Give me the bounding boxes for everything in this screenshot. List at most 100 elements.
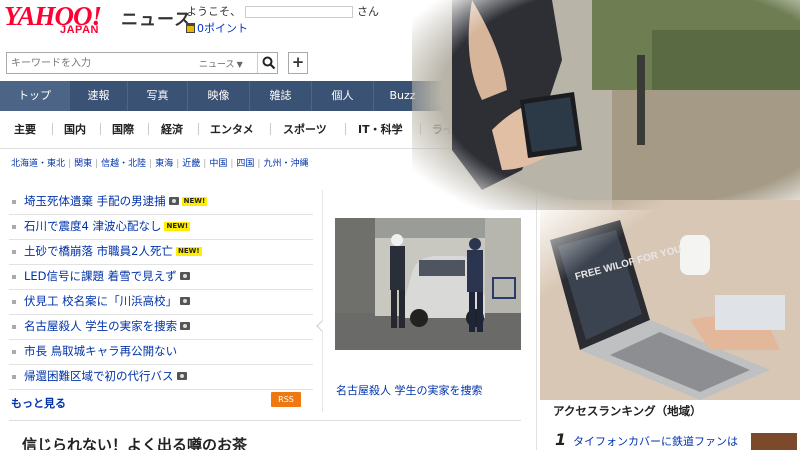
list-item[interactable]: 伏見工 校名案に「川浜高校」 [9,290,313,315]
list-item[interactable]: 石川で震度4 津波心配なし NEW! [9,215,313,240]
category-domestic[interactable]: 国内 [64,121,86,137]
category-row: 主要 国内 国際 経済 エンタメ スポーツ IT・科学 ライ アーカイブ [0,117,800,141]
headline-text: 帰還困難区域で初の代行バス [24,369,174,383]
rss-button[interactable]: RSS [271,392,301,407]
category-divider [148,123,149,135]
welcome-prefix: ようこそ、 [186,5,241,18]
tab-individual[interactable]: 個人 [312,81,374,111]
camera-icon [180,297,191,305]
region-kanto[interactable]: 関東 [74,159,92,169]
yahoo-logo[interactable]: YAHOO! JAPAN [4,2,118,38]
points-icon [186,23,195,33]
search-icon [262,56,276,70]
gear-icon [773,54,789,70]
points-link[interactable]: 0ポイント [186,20,248,36]
selected-pointer-icon [316,320,328,332]
chevron-down-icon: ▼ [236,60,243,69]
headline-text: 市長 鳥取城キャラ再公開ない [24,344,178,358]
headline-text: 埼玉死体遺棄 手配の男逮捕 [24,194,166,208]
list-item[interactable]: LED信号に課題 着雪で見えず [9,265,313,290]
camera-icon [180,322,191,330]
add-button[interactable]: + [288,52,308,74]
bullet-icon [12,350,16,354]
region-links: 北海道・東北 | 関東 | 信越・北陸 | 東海 | 近畿 | 中国 | 四国 | 九州・沖縄 [11,159,309,169]
yahoo-japan-link[interactable]: Yahoo! JAPAN ヘルプ [684,11,793,27]
bullet-icon [12,225,16,229]
rank-thumbnail [751,433,797,450]
welcome-text: ようこそ、 さん [186,3,379,19]
section-divider [9,420,521,421]
category-divider [100,123,101,135]
search-input[interactable] [7,53,195,73]
ranking-title: アクセスランキング（地域） [553,404,702,418]
category-main[interactable]: 主要 [14,121,36,137]
category-divider [198,123,199,135]
column-divider [322,190,323,412]
more-link[interactable]: もっと見る [11,395,66,411]
region-shinetsu-hokuriku[interactable]: 信越・北陸 [101,159,146,169]
new-badge: NEW! [164,222,191,231]
category-international[interactable]: 国際 [112,121,134,137]
search-row: ニュース▼ + 購読一覧 [0,48,800,78]
tab-buzz[interactable]: Buzz [374,81,432,111]
list-item[interactable]: 名古屋殺人 学生の実家を捜索 [9,315,313,340]
bullet-icon [12,300,16,304]
headline-text: 名古屋殺人 学生の実家を捜索 [24,319,178,333]
camera-icon [168,197,179,205]
news-photo[interactable] [335,218,521,350]
region-kyushu-okinawa[interactable]: 九州・沖縄 [263,159,308,169]
tab-video[interactable]: 映像 [188,81,250,111]
archive-link[interactable]: アーカイブ [730,121,784,137]
category-sports[interactable]: スポーツ [283,121,327,137]
rank-text: タイフォンカバーに鉄道ファンは [573,435,738,448]
search-button[interactable] [257,53,279,73]
headline-list: 埼玉死体遺棄 手配の男逮捕 NEW! 石川で震度4 津波心配なし NEW! 土砂で橋… [9,190,313,390]
headline-text: 伏見工 校名案に「川浜高校」 [24,294,178,308]
header: YAHOO! JAPAN ニュース ようこそ、 さん 0ポイント Yahoo! J… [0,0,800,44]
list-item[interactable]: 帰還困難区域で初の代行バス [9,365,313,390]
category-divider [420,123,421,135]
category-divider [52,123,53,135]
category-it-science[interactable]: IT・科学 [358,121,403,137]
tab-photo[interactable]: 写真 [128,81,188,111]
news-title[interactable]: ニュース [121,5,192,30]
teaser-headline[interactable]: 信じられない！よく出る噂のお茶 [22,434,247,450]
category-divider-line [0,148,800,149]
headline-text: 石川で震度4 津波心配なし [24,219,162,233]
search-scope-select[interactable]: ニュース ▼ [199,57,243,70]
region-hokkaido-tohoku[interactable]: 北海道・東北 [11,159,65,169]
main-nav: トップ 速報 写真 映像 雑誌 個人 Buzz ニュースフィード [0,81,800,111]
bullet-icon [12,250,16,254]
photo-caption[interactable]: 名古屋殺人 学生の実家を捜索 [336,382,483,398]
region-tokai[interactable]: 東海 [155,159,173,169]
category-divider [270,123,271,135]
tab-top[interactable]: トップ [0,81,70,111]
region-chugoku[interactable]: 中国 [209,159,227,169]
news-feed-tab[interactable]: ニュースフィード [672,81,800,111]
camera-icon [179,272,190,280]
region-kinki[interactable]: 近畿 [182,159,200,169]
list-item[interactable]: 市長 鳥取城キャラ再公開ない [9,340,313,365]
new-badge: NEW! [181,197,208,206]
settings-button[interactable] [766,50,796,74]
category-economy[interactable]: 経済 [161,121,183,137]
ranking-item[interactable]: 1 タイフォンカバーに鉄道ファンは [553,428,797,450]
subscribe-list-button[interactable]: 購読一覧 [690,48,756,76]
bullet-icon [12,375,16,379]
category-life[interactable]: ライ [432,121,454,137]
bullet-icon [12,275,16,279]
list-item[interactable]: 埼玉死体遺棄 手配の男逮捕 NEW! [9,190,313,215]
camera-icon [176,372,187,380]
headline-text: LED信号に課題 着雪で見えず [24,269,177,283]
headline-text: 土砂で橋崩落 市職員2人死亡 [24,244,173,258]
region-shikoku[interactable]: 四国 [236,159,254,169]
category-entertainment[interactable]: エンタメ [210,121,254,137]
username-redacted [245,6,353,18]
police-scene-image [335,218,521,350]
logo-sub: JAPAN [60,24,99,36]
tab-breaking[interactable]: 速報 [70,81,128,111]
list-item[interactable]: 土砂で橋崩落 市職員2人死亡 NEW! [9,240,313,265]
search-box: ニュース▼ [6,52,278,74]
pr-label: PR [670,158,682,168]
tab-magazine[interactable]: 雑誌 [250,81,312,111]
